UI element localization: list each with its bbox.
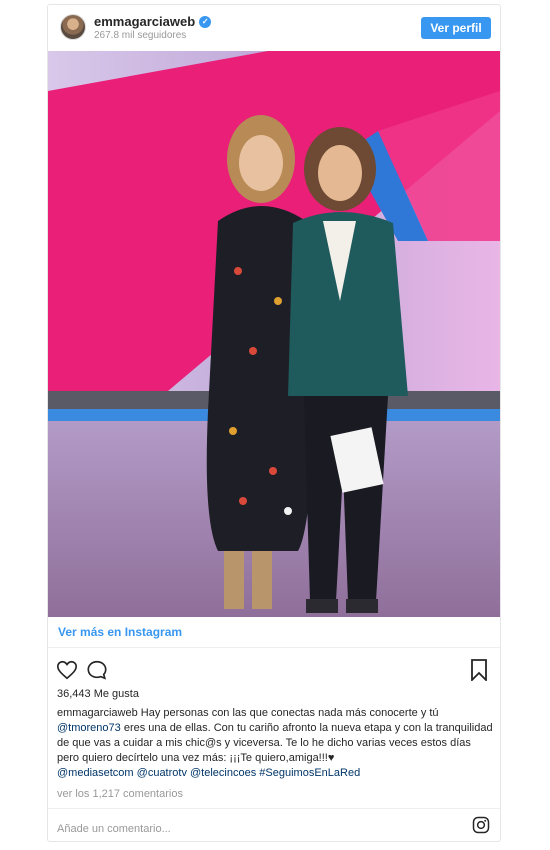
verified-badge-icon: ✓ xyxy=(199,15,212,28)
view-profile-button[interactable]: Ver perfil xyxy=(421,17,491,39)
heart-icon[interactable] xyxy=(56,659,78,681)
view-on-instagram-link[interactable]: Ver más en Instagram xyxy=(58,625,182,639)
caption-text: eres una de ellas. Con tu cariño afronto… xyxy=(57,722,493,764)
post-caption: emmagarciaweb Hay personas con las que c… xyxy=(57,706,493,781)
caption-text: Hay personas con las que conectas nada m… xyxy=(140,707,439,719)
hashtag-link[interactable]: #SeguimosEnLaRed xyxy=(259,767,360,779)
instagram-embed-card: emmagarciaweb ✓ 267.8 mil seguidores Ver… xyxy=(47,4,501,842)
add-comment-input[interactable]: Añade un comentario... xyxy=(57,823,171,835)
action-bar xyxy=(48,655,500,685)
mention-link[interactable]: @mediasetcom xyxy=(57,767,134,779)
follower-count: 267.8 mil seguidores xyxy=(94,30,187,41)
divider xyxy=(48,808,500,809)
username-row[interactable]: emmagarciaweb ✓ xyxy=(94,14,212,29)
caption-username[interactable]: emmagarciaweb xyxy=(57,707,138,719)
instagram-icon[interactable] xyxy=(472,816,490,834)
mention-link[interactable]: @telecincoes xyxy=(190,767,256,779)
like-count[interactable]: 36,443 Me gusta xyxy=(57,688,139,700)
post-header: emmagarciaweb ✓ 267.8 mil seguidores Ver… xyxy=(48,5,500,49)
username[interactable]: emmagarciaweb xyxy=(94,14,195,29)
mention-link[interactable]: @cuatrotv xyxy=(137,767,187,779)
comment-icon[interactable] xyxy=(86,659,108,681)
bookmark-icon[interactable] xyxy=(470,659,488,681)
divider xyxy=(48,647,500,648)
post-photo-image xyxy=(48,51,500,617)
mention-link[interactable]: @tmoreno73 xyxy=(57,722,121,734)
avatar[interactable] xyxy=(60,14,86,40)
view-comments-link[interactable]: ver los 1,217 comentarios xyxy=(57,788,183,800)
post-photo[interactable] xyxy=(48,51,500,617)
